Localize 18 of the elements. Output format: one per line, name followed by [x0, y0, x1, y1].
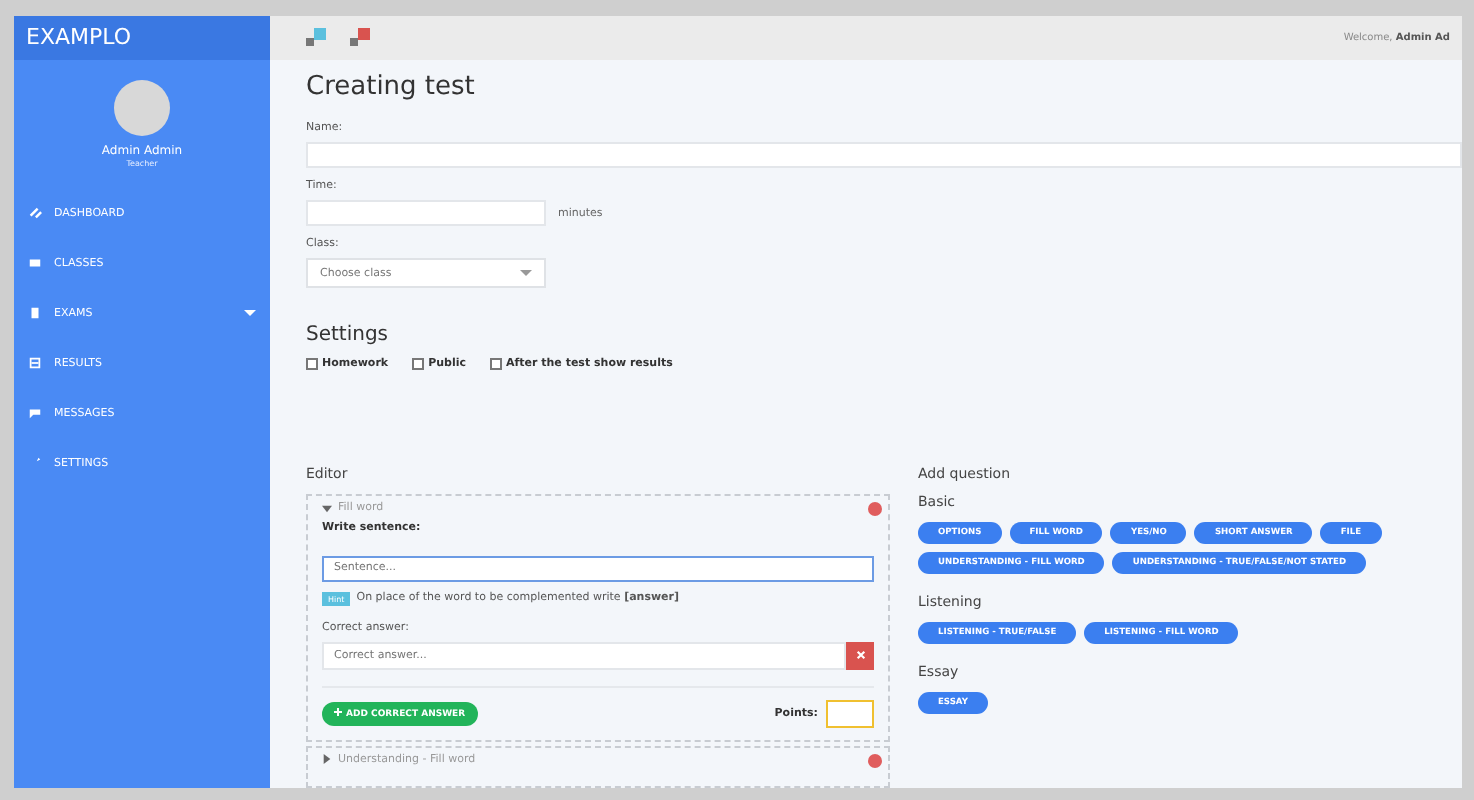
- close-icon[interactable]: [868, 502, 882, 516]
- section-title: Settings: [306, 324, 391, 346]
- notification-icon[interactable]: [350, 28, 370, 48]
- triangle-icon: [322, 503, 332, 513]
- delete-button[interactable]: [846, 641, 874, 669]
- list-icon: [28, 356, 42, 370]
- points-field[interactable]: [826, 699, 874, 727]
- time-field[interactable]: [306, 200, 546, 226]
- avatar: [114, 80, 170, 136]
- name-field[interactable]: [306, 142, 1462, 168]
- speech-bubble-icon: [28, 406, 42, 420]
- plus-icon: [334, 707, 342, 715]
- page-title: Creating test: [306, 72, 477, 102]
- brand-logo: EXAMPLO: [14, 16, 270, 60]
- close-icon: [855, 650, 865, 660]
- triangle-icon: [322, 754, 332, 764]
- close-icon[interactable]: [868, 753, 882, 767]
- notification-icon[interactable]: [306, 28, 326, 48]
